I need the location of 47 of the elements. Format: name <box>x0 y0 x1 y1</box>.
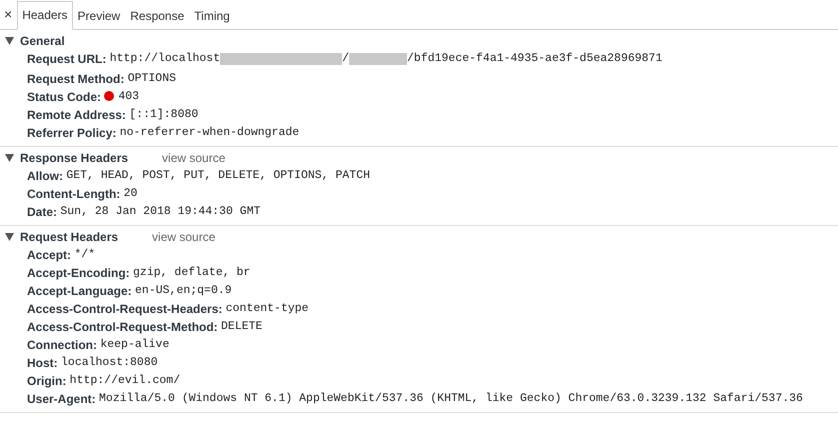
header-value: content-type <box>226 302 309 315</box>
header-value: http://evil.com/ <box>70 374 180 387</box>
header-name: Origin: <box>27 374 66 388</box>
header-name: Request URL: <box>27 52 106 66</box>
tab[interactable]: Preview <box>72 2 126 30</box>
header-value: gzip, deflate, br <box>133 266 250 279</box>
header-value: GET, HEAD, POST, PUT, DELETE, OPTIONS, PATCH <box>66 169 370 182</box>
header-value: / <box>342 52 350 65</box>
header-name: Referrer Policy: <box>27 126 116 140</box>
section-title[interactable]: Request Headers <box>20 228 118 246</box>
header-name: Allow: <box>27 169 63 183</box>
section-title[interactable]: General <box>20 32 65 50</box>
tab[interactable]: Headers <box>17 0 73 30</box>
header-name: User-Agent: <box>27 392 96 406</box>
header-value: Sun, 28 Jan 2018 19:44:30 GMT <box>60 205 260 218</box>
tab[interactable]: Timing <box>189 2 235 30</box>
view-source-link[interactable]: view source <box>152 228 216 246</box>
view-source-link[interactable]: view source <box>162 149 226 167</box>
header-value: localhost:8080 <box>61 356 158 369</box>
tab[interactable]: Response <box>125 2 190 30</box>
header-value: en-US,en;q=0.9 <box>135 284 232 297</box>
header-value: 403 <box>118 90 140 103</box>
header-value: /bfd19ece-f4a1-4935-ae3f-d5ea28969871 <box>407 52 662 65</box>
header-value: Mozilla/5.0 (Windows NT 6.1) AppleWebKit/537.36 (KHTML, like Gecko) Chrome/63.0.3239.132 Safari/537.36 <box>99 392 803 405</box>
section-title[interactable]: Response Headers <box>20 149 128 167</box>
header-name: Access-Control-Request-Method: <box>27 320 218 334</box>
header-value: [::1]:8080 <box>129 108 198 121</box>
header-name: Access-Control-Request-Headers: <box>27 302 222 316</box>
header-name: Remote Address: <box>27 108 126 122</box>
header-name: Request Method: <box>27 72 124 86</box>
close-button[interactable]: × <box>0 7 18 29</box>
header-value: 20 <box>124 187 138 200</box>
header-name: Date: <box>27 205 58 219</box>
redaction-block <box>349 53 408 65</box>
header-name: Accept-Language: <box>27 284 132 298</box>
header-value: no-referrer-when-downgrade <box>120 126 300 139</box>
header-value: keep-alive <box>100 338 170 351</box>
header-value: OPTIONS <box>128 72 176 85</box>
header-value: http://localhost <box>110 52 220 65</box>
header-value: DELETE <box>221 320 262 333</box>
header-name: Status Code: <box>27 90 102 104</box>
header-name: Accept: <box>27 248 72 262</box>
header-value: */* <box>74 248 96 261</box>
header-name: Content-Length: <box>27 187 120 201</box>
header-name: Host: <box>27 356 58 370</box>
header-name: Connection: <box>27 338 97 352</box>
header-name: Accept-Encoding: <box>27 266 130 280</box>
